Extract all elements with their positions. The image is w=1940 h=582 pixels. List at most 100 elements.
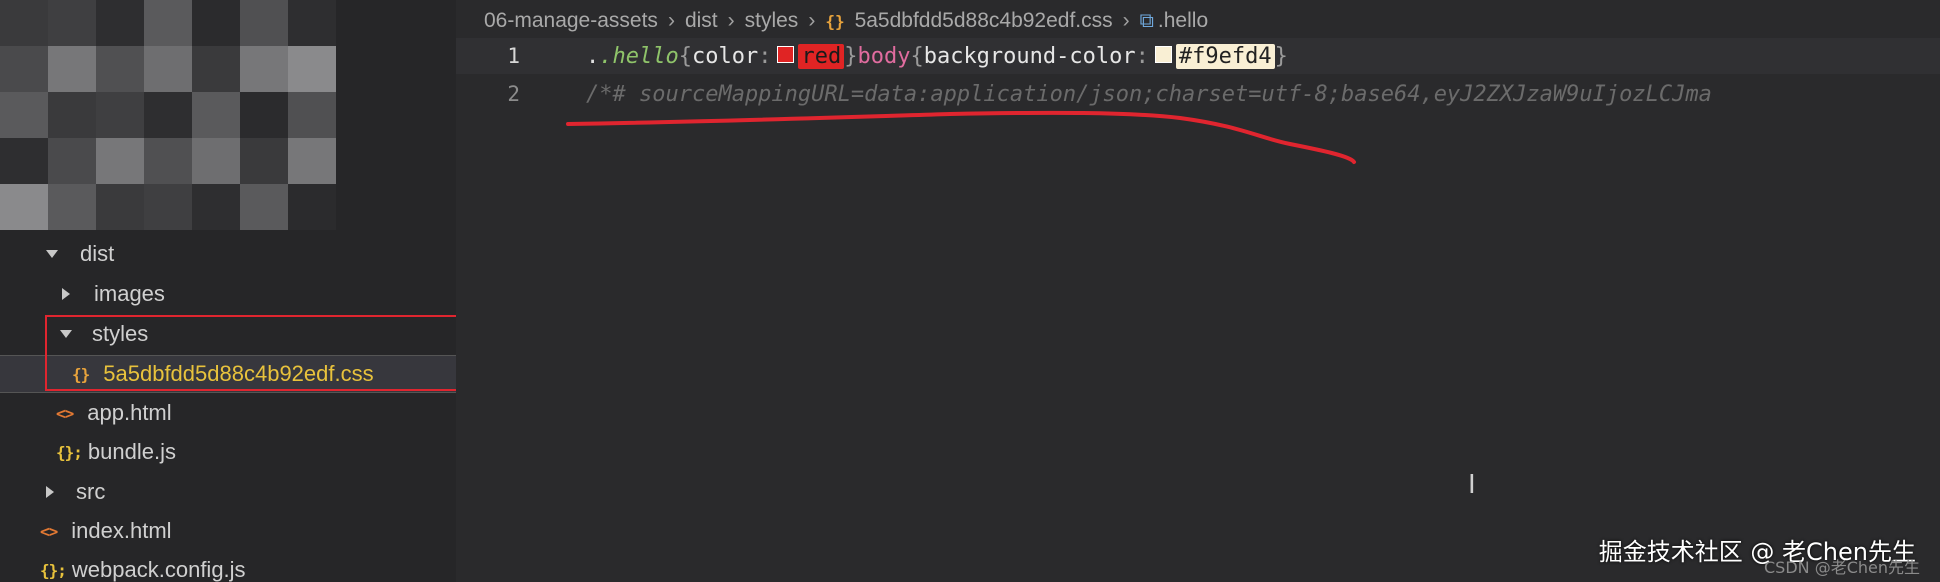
css-property: background-color (923, 43, 1136, 69)
blur-cell (288, 138, 336, 184)
blur-cell (96, 0, 144, 46)
breadcrumb: 06-manage-assets › dist › styles › {} 5a… (484, 6, 1208, 36)
chevron-right-icon (62, 288, 70, 300)
chevron-right-icon: › (667, 9, 675, 32)
css-selector-body: body (857, 43, 911, 69)
blur-cell (48, 184, 96, 230)
blur-cell (144, 46, 192, 92)
tree-item-label: src (76, 479, 106, 504)
chevron-right-icon: › (808, 9, 816, 32)
code-line[interactable]: 1 ..hello{color: red}body{background-colo… (456, 38, 1940, 74)
js-file-icon: {}; (40, 560, 67, 580)
tree-item-styles[interactable]: styles (0, 316, 456, 352)
brace: { (678, 43, 692, 69)
tree-item-app-html[interactable]: <> app.html (0, 395, 456, 431)
tree-item-label: images (94, 281, 165, 306)
tree-item-dist[interactable]: dist (0, 236, 456, 272)
blur-cell (48, 46, 96, 92)
tree-item-images[interactable]: images (0, 276, 456, 312)
html-file-icon: <> (40, 521, 58, 541)
breadcrumb-item[interactable]: dist (685, 9, 718, 33)
breadcrumb-item[interactable]: 5a5dbfdd5d88c4b92edf.css (855, 9, 1113, 33)
css-file-icon: {} (825, 11, 845, 31)
blur-cell (288, 46, 336, 92)
brace: } (844, 43, 858, 69)
chevron-right-icon (46, 486, 54, 498)
code-line[interactable]: 2 /*# sourceMappingURL=data:application/… (456, 76, 1940, 112)
blur-cell (240, 138, 288, 184)
text-cursor-icon: I (1468, 470, 1476, 500)
line-number: 1 (507, 44, 520, 68)
tree-item-label: dist (80, 241, 115, 266)
code-editor[interactable]: 06-manage-assets › dist › styles › {} 5a… (456, 0, 1940, 582)
tree-item-bundle-js[interactable]: {}; bundle.js (0, 434, 456, 470)
css-property: color (691, 43, 759, 69)
css-file-icon: {} (72, 364, 90, 384)
blur-cell (288, 92, 336, 138)
code-text: ..hello{color: red}body{background-color:… (586, 43, 1288, 69)
blur-cell (0, 92, 48, 138)
chevron-right-icon: › (1122, 9, 1130, 32)
explorer-sidebar: dist images styles {} 5a5dbfdd5d88c4b92e… (0, 0, 456, 582)
blur-cell (240, 46, 288, 92)
blur-cell (240, 92, 288, 138)
blur-cell (192, 0, 240, 46)
blurred-region (0, 0, 340, 230)
html-file-icon: <> (56, 403, 74, 423)
tree-item-src[interactable]: src (0, 474, 456, 510)
breadcrumb-item[interactable]: 06-manage-assets (484, 9, 658, 33)
line-number: 2 (507, 82, 520, 106)
blur-cell (96, 92, 144, 138)
blur-cell (0, 184, 48, 230)
blur-cell (96, 184, 144, 230)
tree-item-label: webpack.config.js (71, 557, 246, 582)
blur-cell (240, 184, 288, 230)
blur-cell (96, 138, 144, 184)
blur-cell (288, 0, 336, 46)
watermark-subtext: CSDN @老Chen先生 (1763, 558, 1920, 577)
blur-cell (0, 0, 48, 46)
tree-item-label: bundle.js (87, 439, 176, 464)
brace: } (1274, 43, 1288, 69)
tree-item-label: styles (92, 321, 149, 346)
breadcrumb-item[interactable]: styles (745, 9, 799, 33)
css-selector-name: .hello (599, 43, 679, 69)
css-value: #f9efd4 (1175, 43, 1275, 69)
chevron-down-icon (46, 250, 58, 258)
css-selector: . (586, 43, 600, 69)
tree-item-label: index.html (71, 518, 172, 543)
tree-item-css-file[interactable]: {} 5a5dbfdd5d88c4b92edf.css (0, 355, 456, 393)
blur-cell (288, 184, 336, 230)
blur-cell (0, 138, 48, 184)
code-comment: /*# sourceMappingURL=data:application/js… (586, 81, 1712, 107)
blur-cell (240, 0, 288, 46)
blur-cell (96, 46, 144, 92)
chevron-down-icon (60, 330, 72, 338)
tree-item-index-html[interactable]: <> index.html (0, 513, 456, 549)
blur-cell (144, 92, 192, 138)
blur-cell (192, 92, 240, 138)
chevron-right-icon: › (727, 9, 735, 32)
blur-cell (48, 92, 96, 138)
colon: : (758, 43, 772, 69)
breadcrumb-item[interactable]: .hello (1158, 9, 1208, 33)
js-file-icon: {}; (56, 442, 83, 462)
color-swatch-red[interactable] (777, 46, 795, 63)
tree-item-label: 5a5dbfdd5d88c4b92edf.css (103, 361, 374, 386)
tree-item-webpack-config[interactable]: {}; webpack.config.js (0, 552, 456, 582)
blur-cell (48, 0, 96, 46)
blur-cell (144, 184, 192, 230)
tree-item-label: app.html (87, 400, 172, 425)
brace: { (910, 43, 924, 69)
color-swatch-cream[interactable] (1154, 46, 1172, 63)
css-value: red (798, 43, 845, 69)
blur-cell (192, 138, 240, 184)
blur-cell (0, 46, 48, 92)
blur-cell (144, 0, 192, 46)
colon: : (1135, 43, 1149, 69)
blur-cell (192, 46, 240, 92)
blur-cell (144, 138, 192, 184)
symbol-class-icon: ⧉ (1139, 9, 1154, 32)
blur-cell (48, 138, 96, 184)
blur-cell (192, 184, 240, 230)
